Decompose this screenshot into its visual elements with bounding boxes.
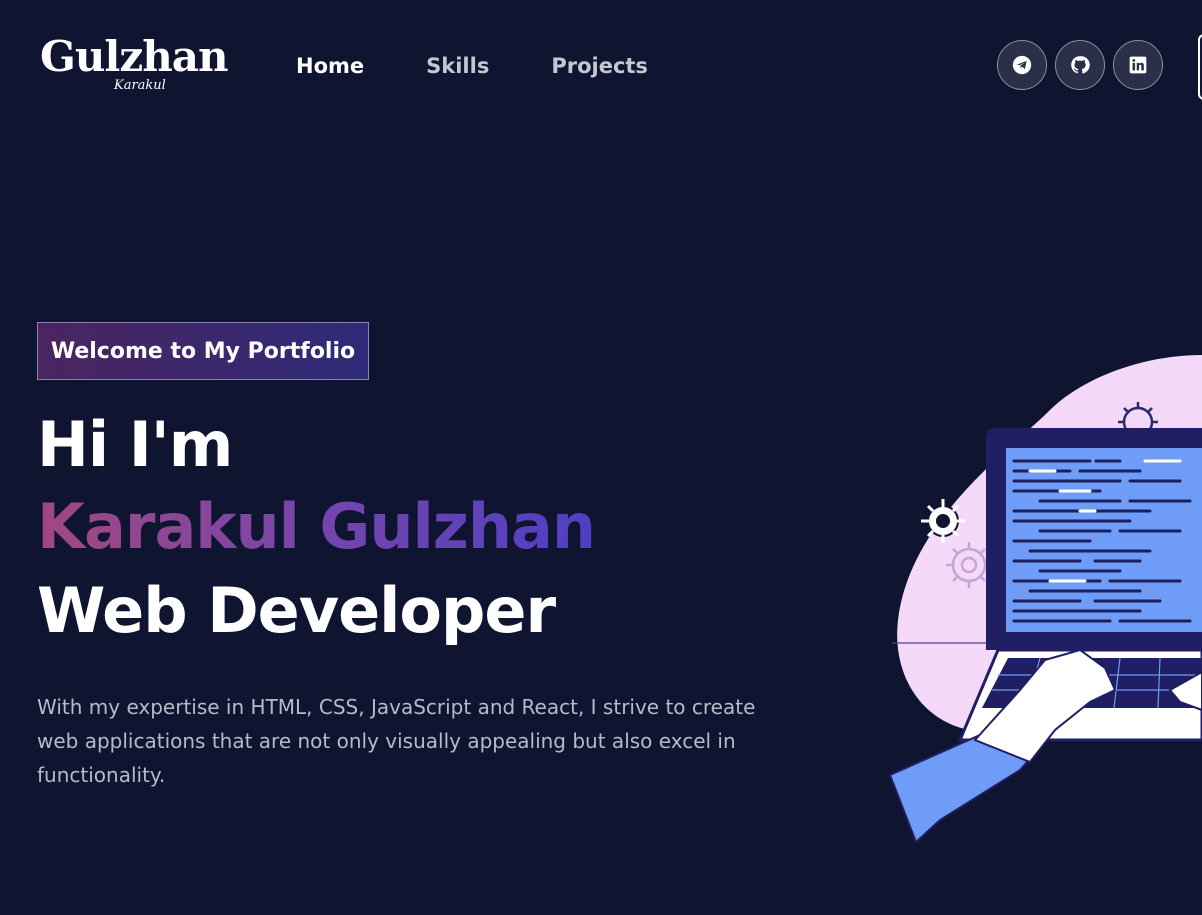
telegram-icon (1012, 55, 1032, 75)
github-icon (1071, 56, 1090, 74)
nav-skills[interactable]: Skills (426, 54, 489, 78)
logo-main-text: Gulzhan (40, 32, 228, 81)
hero-description: With my expertise in HTML, CSS, JavaScri… (37, 695, 756, 787)
hero-greeting: Hi I'm (37, 408, 233, 481)
social-links (997, 40, 1163, 90)
coding-laptop-illustration (888, 355, 1202, 844)
linkedin-icon (1129, 56, 1147, 74)
connect-button[interactable] (1198, 34, 1202, 100)
telegram-button[interactable] (997, 40, 1047, 90)
main-nav: Home Skills Projects (296, 54, 648, 78)
nav-projects[interactable]: Projects (551, 54, 648, 78)
logo[interactable]: Gulzhan Karakul (40, 32, 245, 102)
logo-sub-text: Karakul (114, 78, 166, 93)
github-button[interactable] (1055, 40, 1105, 90)
linkedin-button[interactable] (1113, 40, 1163, 90)
hero-name: Karakul Gulzhan (37, 490, 596, 563)
welcome-tagline: Welcome to My Portfolio (37, 322, 369, 380)
hero-role: Web Developer (37, 574, 556, 647)
nav-home[interactable]: Home (296, 54, 364, 78)
